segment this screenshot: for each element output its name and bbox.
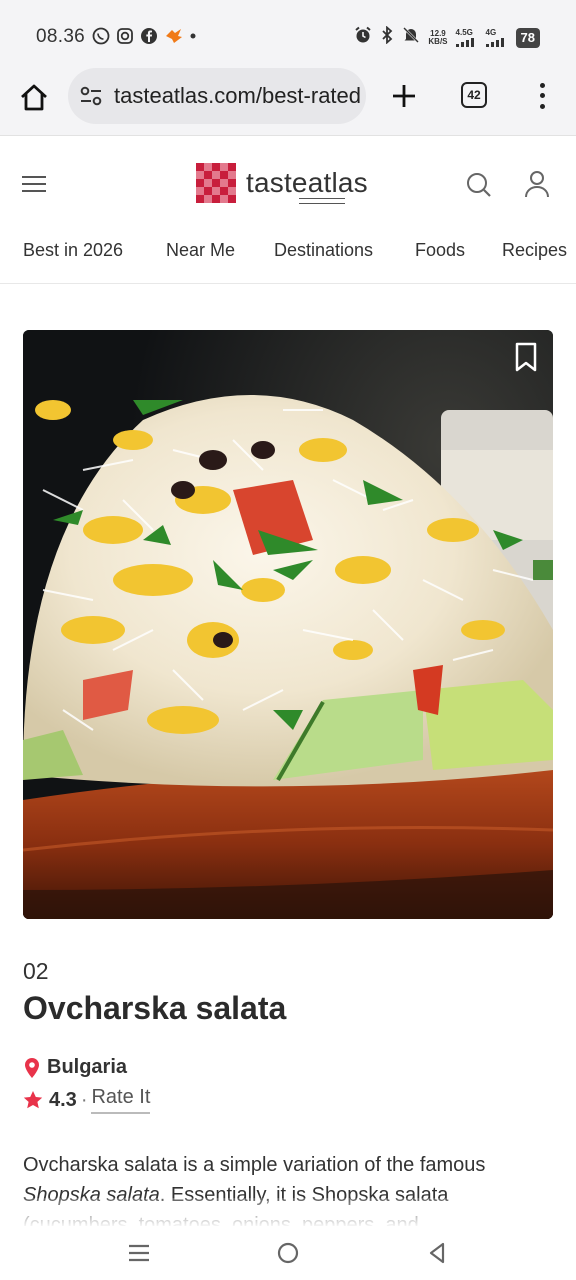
signal-bars-icon [455, 37, 474, 47]
rating-value: 4.3 [49, 1088, 77, 1111]
new-tab-button[interactable] [388, 80, 420, 112]
browser-toolbar: tasteatlas.com/best-rated 42 [0, 68, 576, 136]
rating-separator: · [80, 1088, 88, 1111]
browser-menu-button[interactable] [530, 80, 554, 112]
site-settings-icon[interactable] [78, 83, 104, 109]
menu-dot [539, 82, 545, 88]
signal-2: 4G [485, 27, 508, 47]
plus-icon [393, 85, 415, 107]
location-pin-icon [25, 1057, 39, 1078]
whatsapp-icon [92, 27, 110, 45]
hamburger-line [22, 190, 46, 192]
menu-dot [539, 93, 545, 99]
mute-icon [402, 26, 420, 49]
nav-destinations[interactable]: Destinations [274, 240, 373, 261]
bookmark-icon [515, 342, 537, 372]
nav-recipes[interactable]: Recipes [502, 240, 567, 261]
menu-dot [539, 104, 545, 110]
signal-2-label: 4G [485, 27, 497, 37]
status-bar: 08.36 12.9 KB/S 4.5G 4G 78 [0, 0, 576, 72]
salad-image [23, 330, 553, 919]
rate-it-link[interactable]: Rate It [91, 1086, 151, 1114]
circle-home-icon [277, 1242, 299, 1264]
url-text: tasteatlas.com/best-rated [114, 83, 362, 108]
nav-near-me[interactable]: Near Me [166, 240, 235, 261]
site-header: tasteatlas [0, 137, 576, 229]
alarm-icon [354, 26, 372, 49]
dish-name[interactable]: Ovcharska salata [23, 990, 286, 1027]
logo-text-taste: taste [246, 167, 308, 198]
search-icon [467, 173, 491, 197]
hamburger-menu-icon[interactable] [22, 176, 46, 192]
bluetooth-icon [380, 25, 394, 49]
dish-rank: 02 [23, 958, 49, 984]
nav-best-in-2026[interactable]: Best in 2026 [23, 240, 123, 261]
account-button[interactable] [523, 169, 551, 199]
user-icon [525, 171, 549, 198]
hamburger-line [22, 183, 46, 185]
nav-foods[interactable]: Foods [415, 240, 465, 261]
app-notification-icon [164, 27, 184, 45]
network-speed: 12.9 KB/S [428, 29, 448, 46]
dish-origin[interactable]: Bulgaria [23, 1056, 127, 1079]
signal-1-label: 4.5G [455, 27, 473, 37]
system-navigation-bar [0, 1226, 576, 1280]
recents-icon [129, 1244, 149, 1262]
back-button[interactable] [424, 1240, 450, 1266]
recent-apps-button[interactable] [126, 1240, 152, 1266]
category-nav: Best in 2026 Near Me Destinations Foods … [0, 229, 576, 284]
status-time: 08.36 [36, 26, 86, 47]
home-nav-button[interactable] [275, 1240, 301, 1266]
dot-icon [190, 33, 196, 39]
address-bar[interactable]: tasteatlas.com/best-rated [68, 68, 366, 124]
logo-underline [299, 198, 345, 204]
back-triangle-icon [429, 1242, 445, 1264]
bookmark-button[interactable] [513, 342, 539, 372]
logo-text-atlas: atlas [307, 167, 368, 198]
checkered-tablecloth-logo-icon [196, 163, 236, 203]
battery-indicator: 78 [515, 27, 540, 48]
network-speed-unit: KB/S [428, 36, 448, 46]
origin-country: Bulgaria [47, 1056, 128, 1078]
instagram-icon [116, 27, 134, 45]
signal-bars-icon [485, 37, 504, 47]
dish-photo[interactable] [23, 330, 553, 919]
hamburger-line [22, 176, 46, 178]
home-button[interactable] [18, 82, 50, 116]
signal-1: 4.5G [455, 27, 478, 47]
search-button[interactable] [465, 171, 493, 199]
system-icons: 12.9 KB/S 4.5G 4G 78 [354, 25, 540, 49]
logo-wordmark: tasteatlas [246, 167, 368, 204]
star-icon [23, 1091, 43, 1109]
description-text-1: Ovcharska salata is a simple variation o… [23, 1154, 486, 1176]
site-logo[interactable]: tasteatlas [196, 163, 368, 204]
dish-rating: 4.3 · Rate It [23, 1086, 151, 1114]
notification-icons [92, 27, 196, 45]
description-fade [0, 1198, 576, 1228]
home-icon [21, 84, 47, 111]
tab-switcher-button[interactable]: 42 [461, 82, 487, 108]
facebook-icon [140, 27, 158, 45]
